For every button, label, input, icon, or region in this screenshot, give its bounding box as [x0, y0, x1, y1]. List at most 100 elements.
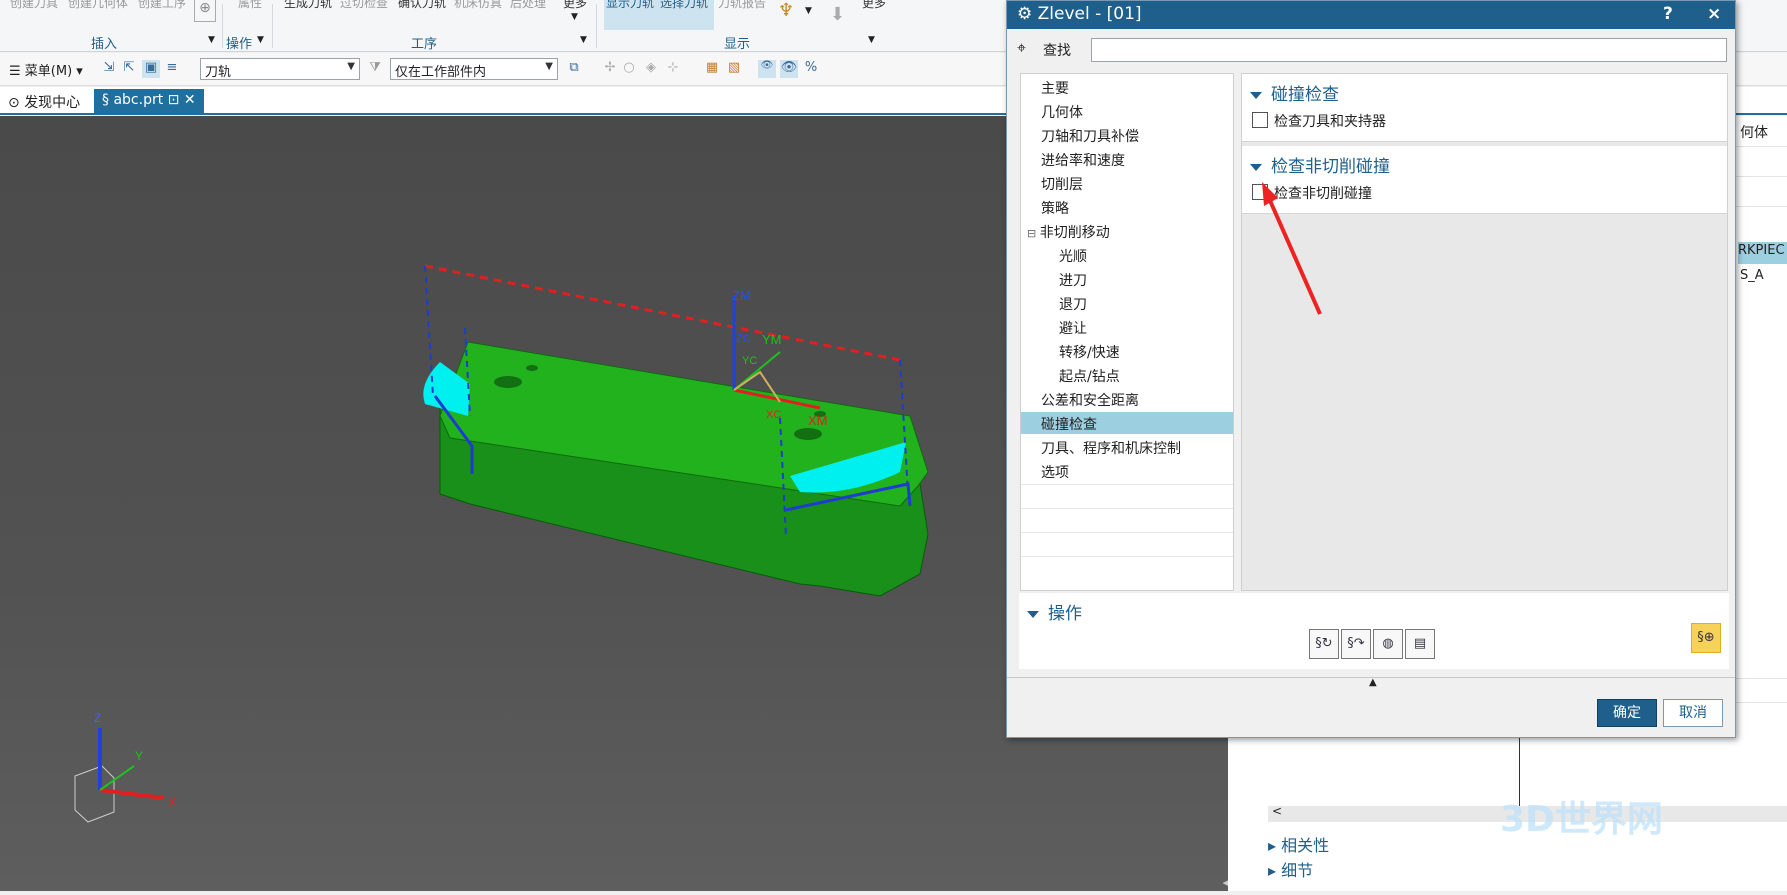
- nav-item-label: 刀具、程序和机床控制: [1041, 441, 1181, 457]
- hide-icon[interactable]: %: [802, 60, 820, 78]
- nav-item-label: 主要: [1041, 81, 1069, 97]
- dialog-title: Zlevel - [01]: [1037, 4, 1142, 24]
- arrow-shaft: [1266, 195, 1322, 315]
- display-toolpath-button[interactable]: §⊕: [1691, 623, 1721, 653]
- find-input[interactable]: [1091, 38, 1727, 62]
- nav-item-main[interactable]: 主要: [1021, 76, 1233, 98]
- ribbon-verify-path[interactable]: 确认刀轨: [398, 0, 446, 11]
- section-details[interactable]: ▸ 细节: [1268, 857, 1313, 881]
- dropdown-icon[interactable]: ▼: [805, 6, 812, 16]
- box-icon[interactable]: ▦: [703, 60, 721, 78]
- replay-button[interactable]: §↷: [1341, 629, 1371, 659]
- ribbon-generate-path[interactable]: 生成刀轨: [284, 0, 332, 11]
- assembly-filter-icon[interactable]: ⧉: [565, 60, 583, 78]
- details-label: 细节: [1281, 861, 1314, 880]
- group-display: 显示: [724, 37, 751, 52]
- ok-button[interactable]: 确定: [1597, 699, 1657, 727]
- nav-item-label: 切削层: [1041, 177, 1083, 193]
- nav-item-tolerances[interactable]: 公差和安全距离: [1021, 388, 1233, 410]
- ribbon-machine-sim[interactable]: 机床仿真: [454, 0, 502, 11]
- label-ym: YM: [762, 332, 782, 347]
- verify-button[interactable]: ◍: [1373, 629, 1403, 659]
- group-process-expand-icon[interactable]: ▼: [580, 35, 587, 45]
- nav-item-transfer[interactable]: 转移/快速: [1021, 340, 1233, 362]
- nav-item-non-cutting[interactable]: ⊟ 非切削移动: [1021, 220, 1233, 242]
- nav-item-strategy[interactable]: 策略: [1021, 196, 1233, 218]
- nav-item-collision-check[interactable]: 碰撞检查: [1021, 412, 1233, 434]
- add-geometry-icon[interactable]: ⊕: [194, 0, 216, 22]
- down-arrow-icon[interactable]: ⬇: [830, 4, 845, 25]
- nav-item-feeds[interactable]: 进给率和速度: [1021, 148, 1233, 170]
- triad-cube: [74, 765, 115, 823]
- tab-close-icon[interactable]: ✕: [179, 92, 196, 108]
- tab-file[interactable]: § abc.prt ⊡ ✕: [94, 89, 204, 114]
- nav-item-avoidance[interactable]: 避让: [1021, 316, 1233, 338]
- select-icon[interactable]: ⇲: [100, 60, 118, 78]
- label-xm: XM: [808, 413, 828, 428]
- selected-cell[interactable]: RKPIEC: [1738, 242, 1787, 264]
- ribbon-more-2[interactable]: 更多: [862, 0, 886, 11]
- nav-item-options[interactable]: 选项: [1021, 460, 1233, 482]
- ribbon-more-1[interactable]: 更多: [563, 0, 587, 11]
- ribbon-display-path[interactable]: 显示刀轨: [606, 0, 654, 11]
- ribbon-create-geometry[interactable]: 创建几何体: [68, 0, 128, 11]
- nav-item-label: 策略: [1041, 201, 1069, 217]
- generate-button[interactable]: §↻: [1309, 629, 1339, 659]
- ribbon-select-path[interactable]: 选择刀轨: [660, 0, 708, 11]
- eye-icon[interactable]: 👁: [780, 60, 798, 78]
- tab-discover[interactable]: ⊙ 发现中心: [0, 89, 88, 114]
- close-button[interactable]: ×: [1707, 4, 1721, 24]
- cancel-button[interactable]: 取消: [1663, 699, 1723, 727]
- group-operation-expand-icon[interactable]: ▼: [257, 35, 264, 45]
- ribbon-postprocess[interactable]: 后处理: [510, 0, 546, 11]
- face-snap-icon[interactable]: ◈: [642, 60, 660, 78]
- more-dropdown-icon[interactable]: ▼: [571, 12, 578, 22]
- nav-item-engage[interactable]: 进刀: [1021, 268, 1233, 290]
- row-line: [1021, 556, 1233, 557]
- collapse-icon[interactable]: ⊟: [1027, 227, 1040, 240]
- ribbon-gouge-check[interactable]: 过切检查: [340, 0, 388, 11]
- dialog-titlebar[interactable]: ⚙ Zlevel - [01] ? ×: [1007, 1, 1735, 29]
- menu-button[interactable]: ☰ 菜单(M) ▾: [9, 60, 83, 79]
- section-dependencies[interactable]: ▸ 相关性: [1268, 832, 1329, 856]
- ribbon-path-report[interactable]: 刀轨报告: [718, 0, 766, 11]
- list-icon[interactable]: ≡: [163, 60, 181, 78]
- separator: [596, 4, 597, 48]
- ribbon-create-tool[interactable]: 创建刀具: [10, 0, 58, 11]
- parameter-page: 碰撞检查 检查刀具和夹持器 检查非切削碰撞 检查非切削碰撞: [1241, 73, 1728, 591]
- filter-path-icon[interactable]: ▣: [142, 60, 160, 78]
- nav-item-tool-program[interactable]: 刀具、程序和机床控制: [1021, 436, 1233, 458]
- section-header[interactable]: 操作: [1027, 599, 1082, 624]
- light-icon[interactable]: ♆: [778, 0, 794, 21]
- mcs-view-icon[interactable]: 👁: [758, 60, 776, 78]
- group-insert-expand-icon[interactable]: ▼: [208, 35, 215, 45]
- nav-item-start-points[interactable]: 起点/钻点: [1021, 364, 1233, 386]
- tab-discover-label: 发现中心: [24, 95, 81, 111]
- circle-icon[interactable]: ○: [620, 60, 638, 78]
- row-line: [1021, 532, 1233, 533]
- nav-item-smooth[interactable]: 光顺: [1021, 244, 1233, 266]
- snap-icon[interactable]: ⇱: [120, 60, 138, 78]
- expand-icon: ▸: [1268, 861, 1282, 880]
- nav-item-retract[interactable]: 退刀: [1021, 292, 1233, 314]
- nav-item-label: 非切削移动: [1039, 225, 1110, 241]
- nav-item-label: 碰撞检查: [1041, 417, 1097, 433]
- snap-point-icon[interactable]: ✢: [601, 60, 619, 78]
- group-display-expand-icon[interactable]: ▼: [868, 35, 875, 45]
- nav-item-cut-levels[interactable]: 切削层: [1021, 172, 1233, 194]
- funnel-icon[interactable]: ⧩: [366, 60, 384, 78]
- list-button[interactable]: ▤: [1405, 629, 1435, 659]
- box2-icon[interactable]: ▧: [725, 60, 743, 78]
- scope-select[interactable]: 仅在工作部件内 ▼: [390, 58, 558, 80]
- help-button[interactable]: ?: [1663, 4, 1673, 24]
- ribbon-create-operation[interactable]: 创建工序: [138, 0, 186, 11]
- type-filter-select[interactable]: 刀轨 ▼: [200, 58, 360, 80]
- collapse-up-icon[interactable]: ▲: [1369, 677, 1377, 688]
- tab-file-label: abc.prt: [113, 92, 164, 108]
- snap-options-icon[interactable]: ⊹: [664, 60, 682, 78]
- ribbon-properties[interactable]: 属性: [238, 0, 262, 11]
- scroll-left-icon[interactable]: <: [1272, 804, 1282, 818]
- collapse-triangle-icon: [1027, 610, 1039, 618]
- nav-item-geometry[interactable]: 几何体: [1021, 100, 1233, 122]
- nav-item-tool-axis[interactable]: 刀轴和刀具补偿: [1021, 124, 1233, 146]
